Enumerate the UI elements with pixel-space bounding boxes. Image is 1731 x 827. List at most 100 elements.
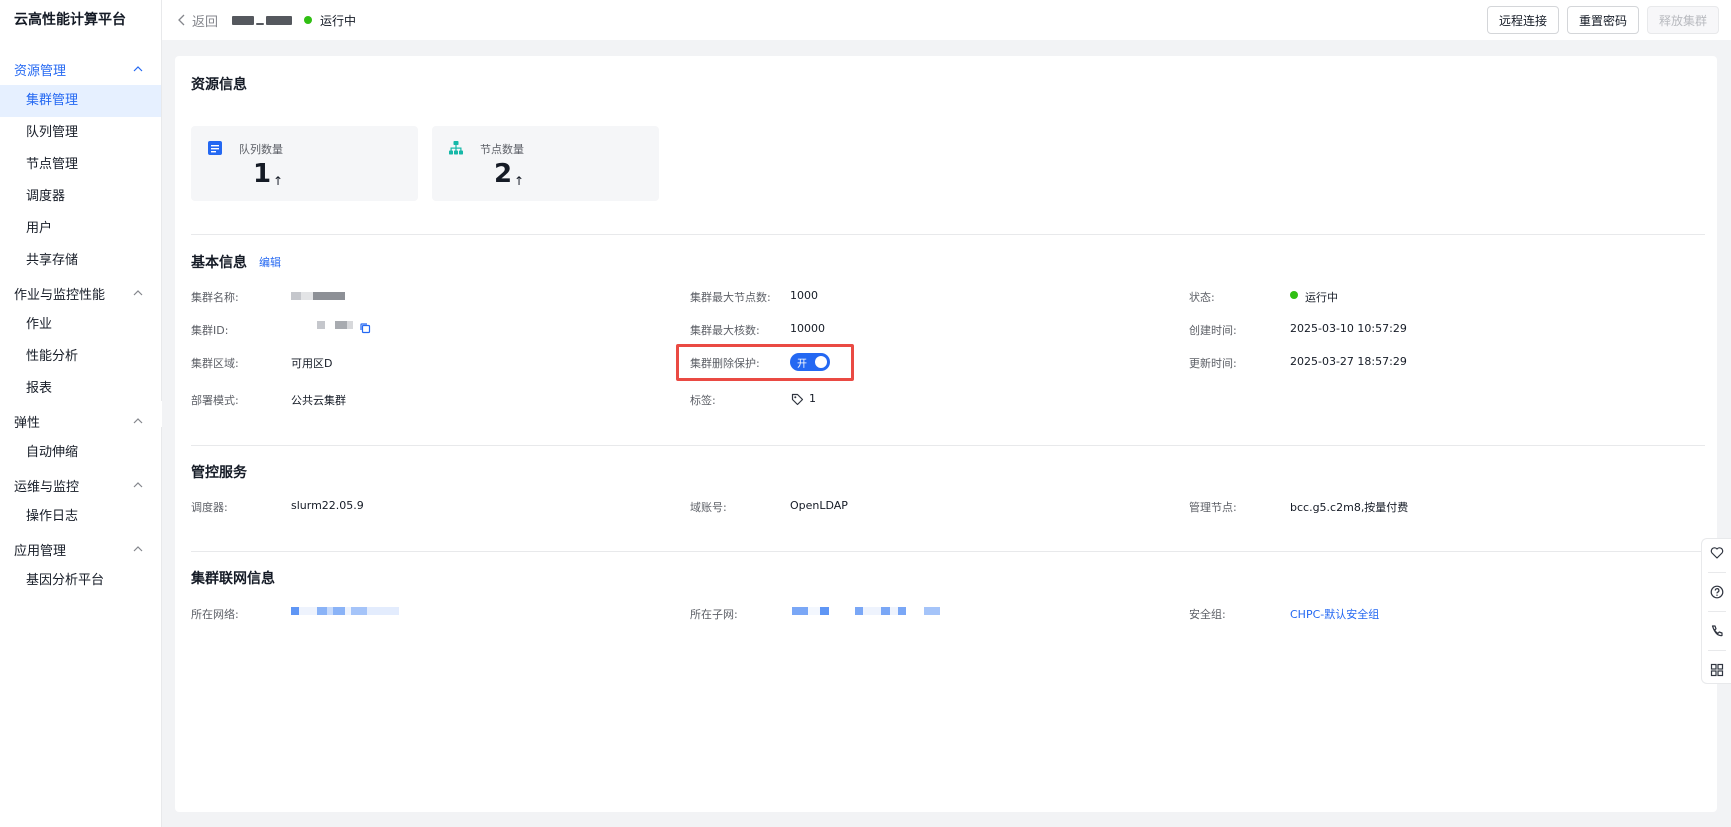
reset-password-button[interactable]: 重置密码 xyxy=(1566,6,1639,34)
chevron-up-icon xyxy=(131,414,145,428)
nav-group-label: 弹性 xyxy=(14,415,41,431)
sidebar-item-storage[interactable]: 共享存储 xyxy=(0,245,161,277)
delete-protection-label: 集群删除保护: xyxy=(690,357,760,370)
cluster-zone-label: 集群区域: xyxy=(191,357,239,370)
app-grid-icon[interactable] xyxy=(1709,662,1725,678)
arrow-up-icon: ↑ xyxy=(273,174,284,188)
top-actions: 远程连接 重置密码 释放集群 xyxy=(1486,6,1719,34)
cluster-id-label: 集群ID: xyxy=(191,324,229,337)
cluster-status: 运行中 xyxy=(304,12,356,29)
sidebar-item-cluster[interactable]: 集群管理 xyxy=(0,85,161,117)
phone-icon[interactable] xyxy=(1709,623,1725,639)
sidebar-item-perf[interactable]: 性能分析 xyxy=(0,341,161,373)
sidebar-item-job[interactable]: 作业 xyxy=(0,309,161,341)
deploy-mode-label: 部署模式: xyxy=(191,394,239,407)
section-divider xyxy=(191,551,1705,552)
sidebar-item-autoscale[interactable]: 自动伸缩 xyxy=(0,437,161,469)
toolbar-separator xyxy=(1707,571,1726,573)
toggle-knob xyxy=(815,356,827,368)
scheduler-value: slurm22.05.9 xyxy=(291,499,364,512)
sidebar-item-node[interactable]: 节点管理 xyxy=(0,149,161,181)
toolbar-separator xyxy=(1707,649,1726,651)
toggle-on-text: 开 xyxy=(797,359,807,370)
sidebar-item-user[interactable]: 用户 xyxy=(0,213,161,245)
cluster-zone-value: 可用区D xyxy=(291,357,333,370)
nav-group-apps[interactable]: 应用管理 xyxy=(0,533,161,565)
chevron-up-icon xyxy=(131,286,145,300)
sidebar-item-gene[interactable]: 基因分析平台 xyxy=(0,565,161,597)
scheduler-label: 调度器: xyxy=(191,501,228,514)
vpc-value-masked[interactable] xyxy=(291,607,399,615)
toolbar-separator xyxy=(1707,610,1726,612)
queue-icon xyxy=(208,141,222,155)
arrow-up-icon: ↑ xyxy=(514,174,525,188)
sidebar-item-report[interactable]: 报表 xyxy=(0,373,161,405)
chevron-up-icon xyxy=(131,542,145,556)
updated-time-value: 2025-03-27 18:57:29 xyxy=(1290,355,1407,368)
nav-group-label: 资源管理 xyxy=(14,63,67,79)
nav-group-label: 运维与监控 xyxy=(14,479,80,495)
section-divider xyxy=(191,234,1705,235)
security-group-label: 安全组: xyxy=(1189,608,1226,621)
updated-time-label: 更新时间: xyxy=(1189,357,1237,370)
edit-link[interactable]: 编辑 xyxy=(259,254,281,270)
section-divider xyxy=(191,445,1705,446)
nav-group-label: 应用管理 xyxy=(14,543,67,559)
nav-group-jobs[interactable]: 作业与监控性能 xyxy=(0,277,161,309)
nav-group-resource[interactable]: 资源管理 xyxy=(0,53,161,85)
detail-panel: 资源信息 队列数量 1 ↑ 节点数量 2 ↑ 基本信息 编辑 集群名称: 集群I… xyxy=(175,56,1717,812)
basic-section-title: 基本信息 xyxy=(191,255,247,271)
chevron-left-icon xyxy=(178,14,185,26)
sidebar-item-oplog[interactable]: 操作日志 xyxy=(0,501,161,533)
favorite-icon[interactable] xyxy=(1709,545,1725,561)
node-count-label: 节点数量 xyxy=(480,143,524,156)
delete-protection-toggle[interactable]: 开 xyxy=(790,353,830,371)
node-count-card: 节点数量 2 ↑ xyxy=(432,126,659,201)
max-cores-value: 10000 xyxy=(790,322,825,335)
main-content: 返回 运行中 远程连接 重置密码 释放集群 资源信息 队列数量 1 ↑ 节点数量… xyxy=(162,0,1731,827)
node-tree-icon xyxy=(449,141,463,155)
subnet-value-masked[interactable] xyxy=(792,607,940,615)
sidebar-item-scheduler[interactable]: 调度器 xyxy=(0,181,161,213)
status-label: 状态: xyxy=(1189,291,1215,304)
mgmt-node-value: bcc.g5.c2m8,按量付费 xyxy=(1290,501,1409,514)
control-section-title: 管控服务 xyxy=(191,465,247,481)
queue-count-label: 队列数量 xyxy=(239,143,283,156)
tags-label: 标签: xyxy=(690,394,716,407)
max-nodes-value: 1000 xyxy=(790,289,818,302)
status-value: 运行中 xyxy=(1305,291,1338,304)
release-cluster-button[interactable]: 释放集群 xyxy=(1646,6,1719,34)
sidebar: 云高性能计算平台 资源管理 集群管理 队列管理 节点管理 调度器 用户 共享存储… xyxy=(0,0,162,827)
brand-title: 云高性能计算平台 xyxy=(14,12,126,28)
tags-count: 1 xyxy=(809,392,816,405)
max-cores-label: 集群最大核数: xyxy=(690,324,760,337)
nav-group-elastic[interactable]: 弹性 xyxy=(0,405,161,437)
created-time-label: 创建时间: xyxy=(1189,324,1237,337)
domain-account-label: 域账号: xyxy=(690,501,727,514)
nav-group-ops[interactable]: 运维与监控 xyxy=(0,469,161,501)
vpc-label: 所在网络: xyxy=(191,608,239,621)
network-section-title: 集群联网信息 xyxy=(191,571,275,587)
status-dot-icon xyxy=(1290,291,1298,299)
domain-account-value: OpenLDAP xyxy=(790,499,848,512)
cluster-name-value-masked xyxy=(291,292,345,300)
security-group-link[interactable]: CHPC-默认安全组 xyxy=(1290,606,1379,622)
max-nodes-label: 集群最大节点数: xyxy=(690,291,771,304)
chevron-up-icon xyxy=(131,62,145,76)
floating-toolbar xyxy=(1701,538,1731,684)
chevron-up-icon xyxy=(131,478,145,492)
status-dot-icon xyxy=(304,16,313,24)
status-text: 运行中 xyxy=(320,13,357,28)
remote-connect-button[interactable]: 远程连接 xyxy=(1486,6,1559,34)
queue-count-value: 1 xyxy=(253,159,272,189)
queue-count-card: 队列数量 1 ↑ xyxy=(191,126,418,201)
cluster-name-label: 集群名称: xyxy=(191,291,239,304)
sidebar-item-queue[interactable]: 队列管理 xyxy=(0,117,161,149)
tag-icon[interactable] xyxy=(791,393,804,406)
help-icon[interactable] xyxy=(1709,584,1725,600)
node-count-value: 2 xyxy=(494,159,513,189)
cluster-id-value-masked xyxy=(317,321,353,329)
copy-icon[interactable] xyxy=(359,322,371,334)
back-button[interactable]: 返回 xyxy=(178,11,218,30)
nav-group-label: 作业与监控性能 xyxy=(14,287,106,303)
